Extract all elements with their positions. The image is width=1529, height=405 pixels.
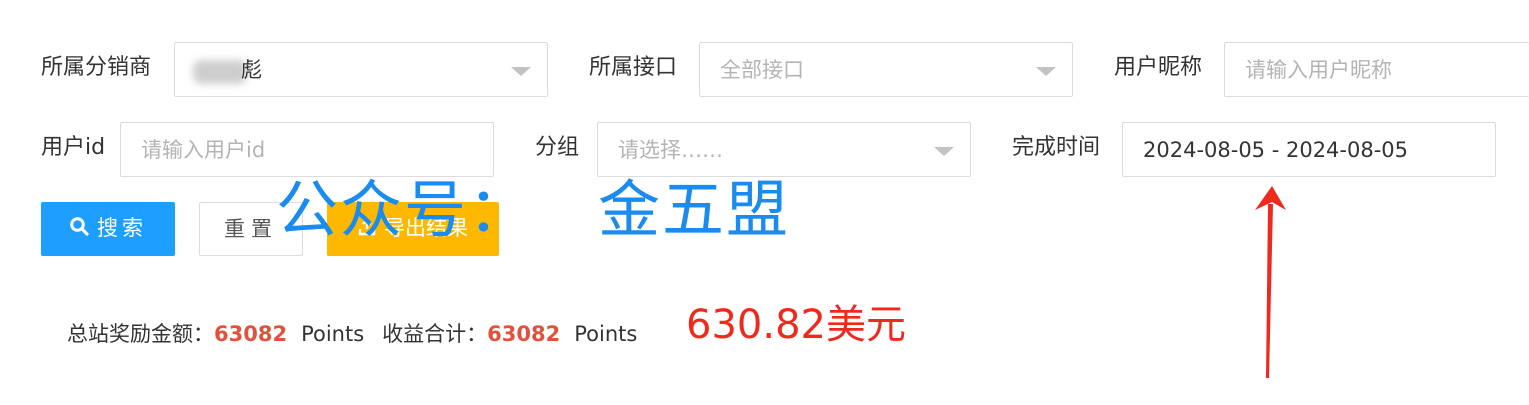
site-reward-label: 总站奖励金额： (67, 322, 214, 346)
nickname-input[interactable]: 请输入用户昵称 (1224, 42, 1529, 97)
summary-line: 总站奖励金额：63082 Points 收益合计：63082 Points (67, 319, 637, 349)
query-page: 所属分销商 彪 所属接口 全部接口 用户昵称 请输入用户昵称 用户id 请输入用… (0, 0, 1529, 405)
site-reward-value: 63082 (214, 322, 288, 346)
income-total-unit: Points (574, 322, 638, 346)
user-id-label: 用户id (41, 135, 106, 160)
chevron-down-icon (934, 147, 954, 156)
search-button[interactable]: 搜索 (41, 202, 175, 256)
distributor-value: 彪 (241, 58, 262, 82)
chevron-down-icon (511, 67, 531, 76)
group-label: 分组 (535, 135, 580, 160)
income-total-value: 63082 (487, 322, 561, 346)
distributor-select[interactable]: 彪 (174, 42, 548, 97)
income-total-label: 收益合计： (382, 322, 488, 346)
interface-label: 所属接口 (589, 55, 678, 80)
reset-button-label: 重置 (224, 217, 278, 241)
watermark-name: 金五盟 (598, 173, 791, 246)
nickname-placeholder: 请输入用户昵称 (1245, 58, 1392, 82)
distributor-label: 所属分销商 (41, 55, 152, 80)
watermark-prefix: 公众号： (276, 173, 533, 246)
interface-placeholder: 全部接口 (720, 58, 804, 82)
interface-select[interactable]: 全部接口 (699, 42, 1073, 97)
arrow-up-icon (1255, 186, 1286, 378)
site-reward-unit: Points (301, 322, 365, 346)
watermark-overlay: 公众号： 金五盟 (276, 170, 790, 250)
user-id-input[interactable]: 请输入用户id (120, 122, 494, 177)
user-id-placeholder: 请输入用户id (141, 138, 266, 162)
group-placeholder: 请选择…… (618, 138, 723, 162)
usd-amount-annotation: 630.82美元 (686, 302, 906, 348)
chevron-down-icon (1036, 67, 1056, 76)
finish-time-value: 2024-08-05 - 2024-08-05 (1143, 138, 1409, 162)
search-icon (69, 203, 89, 255)
nickname-label: 用户昵称 (1114, 55, 1203, 80)
blurred-text (193, 60, 247, 84)
finish-time-range-input[interactable]: 2024-08-05 - 2024-08-05 (1122, 122, 1496, 177)
finish-time-label: 完成时间 (1012, 135, 1101, 160)
search-button-label: 搜索 (97, 216, 147, 240)
group-select[interactable]: 请选择…… (597, 122, 971, 177)
